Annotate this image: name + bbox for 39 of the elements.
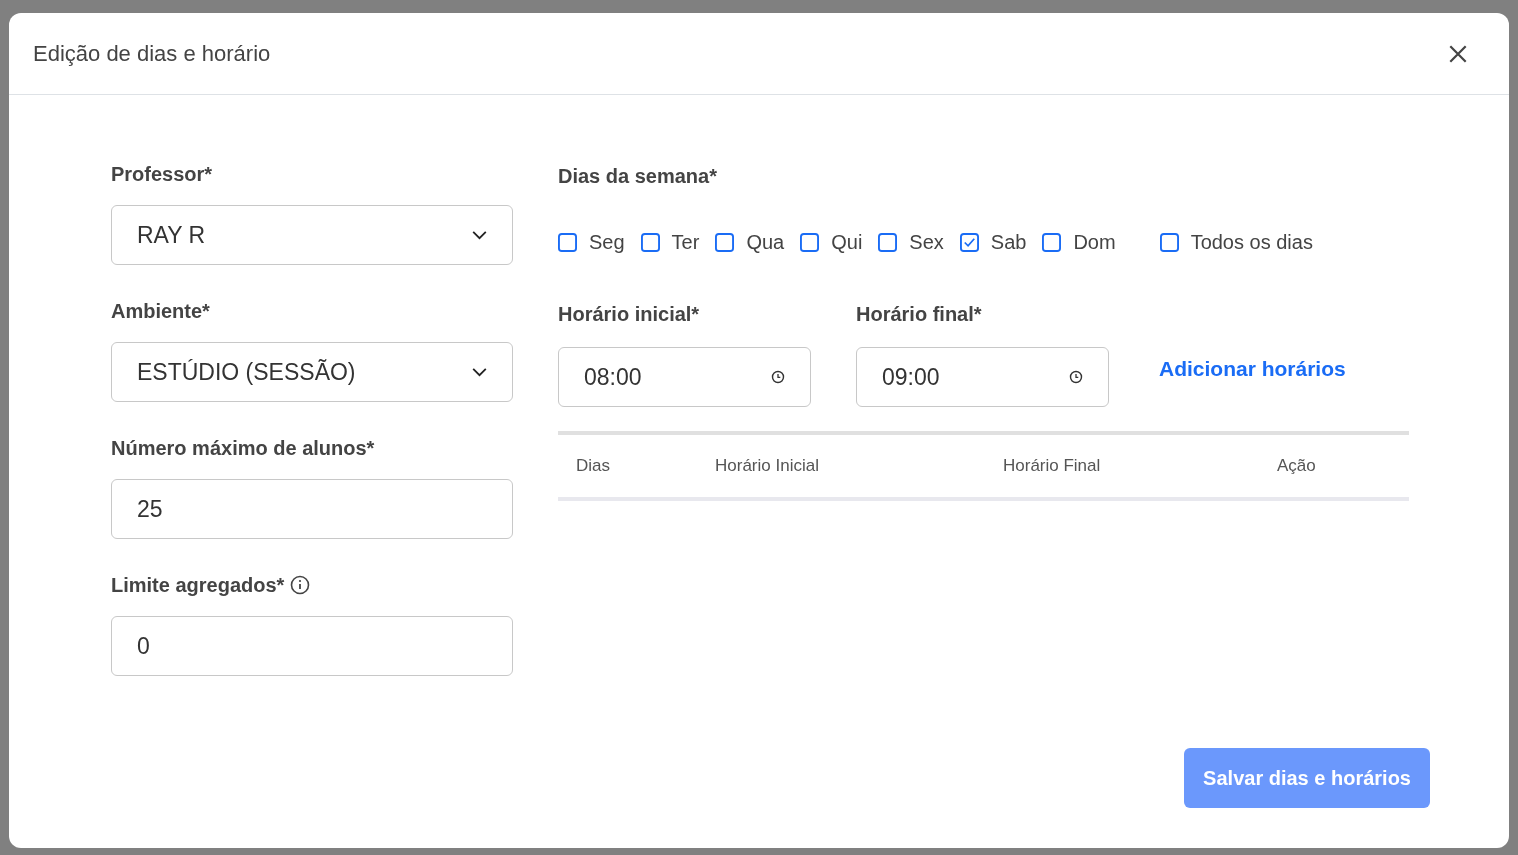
time-field[interactable]: 08:00 [558, 347, 811, 407]
checkbox[interactable] [640, 232, 660, 252]
add-times-link[interactable]: Adicionar horários [1159, 353, 1346, 385]
checkbox-label: Todos os dias [1190, 230, 1313, 255]
checkbox[interactable] [715, 232, 735, 252]
dialog-title: Edição de dias e horário [33, 40, 271, 68]
field-label: Horário inicial* [558, 302, 701, 325]
time-field[interactable]: 09:00 [856, 347, 1109, 407]
checkbox[interactable] [1042, 232, 1062, 252]
field-label: Professor* [111, 162, 213, 187]
field-label: Limite agregados* [111, 573, 285, 598]
checkbox-label: Qua [746, 230, 785, 255]
checkbox[interactable] [800, 232, 820, 252]
column-header: Ação [1277, 455, 1316, 478]
input-field[interactable]: 25 [111, 479, 513, 539]
chevron-down-icon [472, 367, 487, 377]
field-label: Ambiente* [111, 299, 210, 324]
checkbox-label: Sex [909, 230, 944, 255]
field-label: Número máximo de alunos* [111, 436, 375, 461]
select-field[interactable]: ESTÚDIO (SESSÃO) [111, 342, 513, 402]
column-header: Horário Final [1003, 455, 1102, 478]
checkbox[interactable] [558, 232, 577, 252]
checkbox[interactable] [878, 232, 898, 252]
column-header: Dias [575, 455, 611, 478]
select-field[interactable]: RAY R [111, 205, 513, 265]
field-label: Dias da semana* [558, 164, 718, 187]
checkbox-label: Qui [831, 230, 863, 255]
clock-icon [771, 370, 785, 384]
checkbox[interactable] [959, 232, 979, 252]
column-header: Horário Inicial [715, 455, 820, 478]
checkbox[interactable] [1159, 232, 1179, 252]
checkbox-label: Seg [589, 230, 625, 255]
checkbox-label: Sab [990, 230, 1027, 255]
input-field[interactable]: 0 [111, 616, 513, 676]
checkbox-label: Dom [1073, 230, 1116, 255]
clock-icon [1069, 370, 1083, 384]
checkbox-label: Ter [671, 230, 700, 255]
field-label: Horário final* [856, 302, 983, 325]
chevron-down-icon [472, 230, 487, 240]
